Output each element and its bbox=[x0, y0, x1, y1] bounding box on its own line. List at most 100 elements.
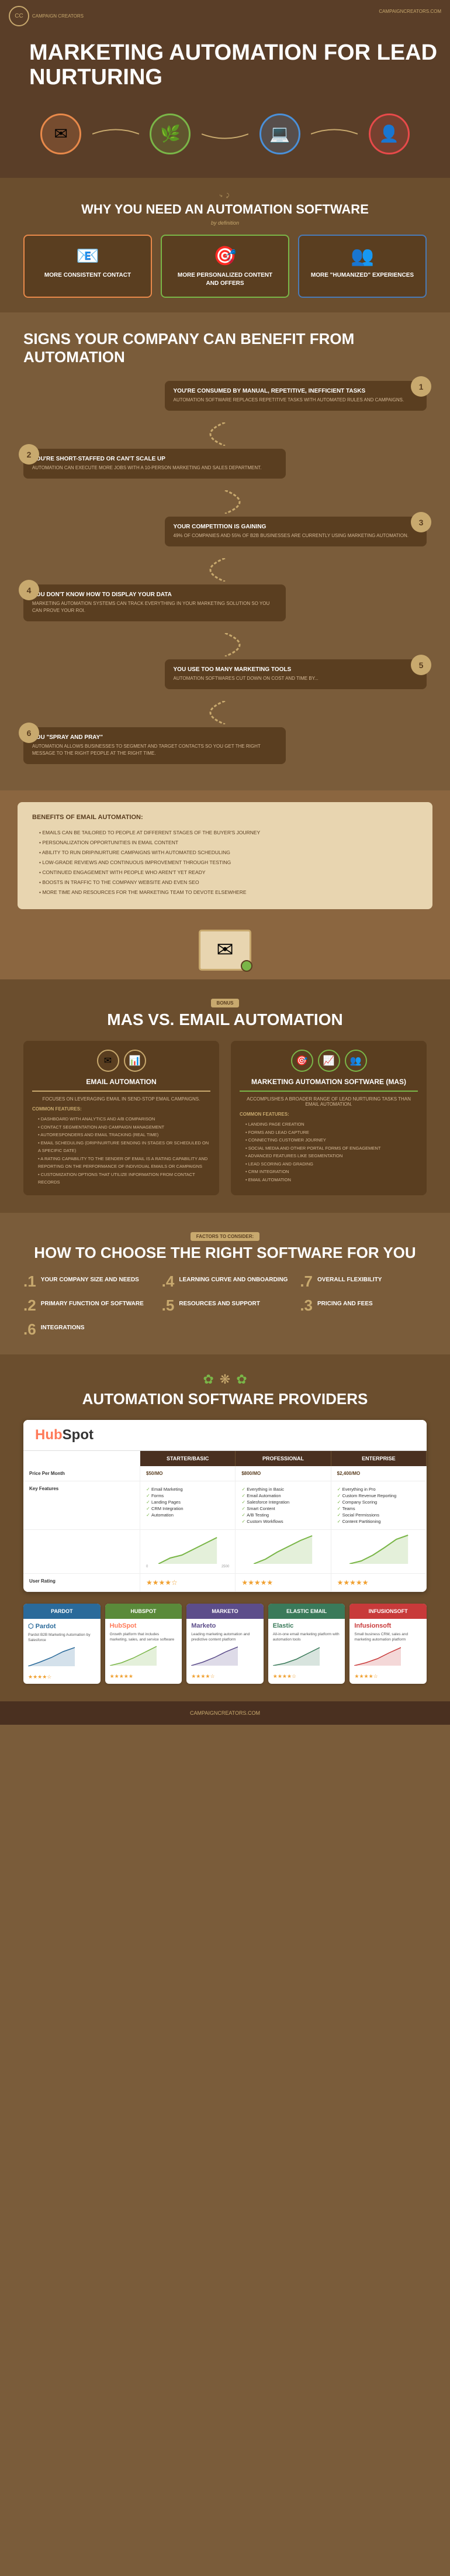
path-curve-2 bbox=[167, 490, 283, 514]
mf-7: • CRM INTEGRATION bbox=[240, 1168, 418, 1176]
col-head-starter: STARTER/BASIC bbox=[140, 1451, 236, 1466]
email-features-label: COMMON FEATURES: bbox=[32, 1106, 210, 1112]
mf-2: • FORMS AND LEAD CAPTURE bbox=[240, 1129, 418, 1137]
hubspot-small-header: HUBSPOT bbox=[105, 1604, 182, 1619]
sign-num-1: 1 bbox=[411, 376, 431, 397]
hubspot-small-header-label: HUBSPOT bbox=[130, 1608, 156, 1614]
marketo-logo: Marketo bbox=[191, 1622, 259, 1629]
rating-enterprise: ★★★★★ bbox=[331, 1574, 427, 1591]
mas-section: BONUS MAS VS. EMAIL AUTOMATION ✉ 📊 EMAIL… bbox=[0, 979, 450, 1213]
logo-area: CC CAMPAIGN CREATORS bbox=[9, 6, 84, 26]
choose-num-2: .2 bbox=[23, 1298, 36, 1313]
mf-1: • LANDING PAGE CREATION bbox=[240, 1120, 418, 1129]
path-5 bbox=[23, 698, 427, 727]
infusionsoft-chart bbox=[354, 1645, 401, 1666]
price-pro: $800/MO bbox=[236, 1466, 331, 1481]
elastic-card: ELASTIC EMAIL Elastic All-in-one email m… bbox=[268, 1604, 345, 1684]
choose-text-4: LEARNING CURVE AND ONBOARDING bbox=[179, 1274, 288, 1284]
fp-1: Everything in Basic bbox=[241, 1486, 324, 1492]
benefit-7: • MORE TIME AND RESOURCES FOR THE MARKET… bbox=[32, 888, 418, 897]
elastic-header-label: ELASTIC EMAIL bbox=[286, 1608, 327, 1614]
why-subtitle: by definition bbox=[23, 220, 427, 226]
sign-item-4: 4 YOU DON'T KNOW HOW TO DISPLAY YOUR DAT… bbox=[23, 584, 427, 621]
email-icon-1: ✉ bbox=[97, 1050, 119, 1072]
marketo-desc: Leading marketing automation and predict… bbox=[191, 1632, 259, 1642]
mf-4: • SOCIAL MEDIA AND OTHER PORTAL FORMS OF… bbox=[240, 1144, 418, 1153]
mf-6: • LEAD SCORING AND GRADING bbox=[240, 1160, 418, 1168]
sign-item-6: 6 YOU "SPRAY AND PRAY" AUTOMATION ALLOWS… bbox=[23, 727, 427, 764]
rating-row: User Rating ★★★★☆ ★★★★★ ★★★★★ bbox=[23, 1574, 427, 1592]
chart-row: 02500 bbox=[23, 1530, 427, 1574]
small-providers-row: PARDOT ⬡ Pardot Pardot B2B Marketing Aut… bbox=[23, 1604, 427, 1684]
sign-title-3: YOUR COMPETITION IS GAINING bbox=[174, 524, 418, 530]
hubspot-table: HubSpot STARTER/BASIC PROFESSIONAL ENTER… bbox=[23, 1420, 427, 1592]
email-icon-2: 📊 bbox=[124, 1050, 146, 1072]
ef-2: • CONTACT SEGMENTATION AND CAMPAIGN MANA… bbox=[32, 1123, 210, 1131]
sign-desc-5: AUTOMATION SOFTWARES CUT DOWN ON COST AN… bbox=[174, 675, 418, 682]
marketo-header: MARKETO bbox=[186, 1604, 264, 1619]
why-box-1: 📧 MORE CONSISTENT CONTACT bbox=[23, 235, 152, 298]
choose-item-2: .2 PRIMARY FUNCTION OF SOFTWARE bbox=[23, 1298, 150, 1313]
elastic-logo: Elastic bbox=[273, 1622, 341, 1629]
email-icons-row: ✉ 📊 bbox=[32, 1050, 210, 1072]
choose-num-1: .1 bbox=[23, 1274, 36, 1289]
price-label: Price Per Month bbox=[23, 1466, 140, 1481]
mas-icon-2: 📈 bbox=[318, 1050, 340, 1072]
chart-axis-starter: 02500 bbox=[146, 1565, 229, 1569]
path-curve-1 bbox=[167, 422, 283, 446]
hubspot-header: HubSpot bbox=[23, 1420, 427, 1451]
infusionsoft-card: INFUSIONSOFT Infusionsoft Small business… bbox=[349, 1604, 427, 1684]
choose-text-1: YOUR COMPANY SIZE AND NEEDS bbox=[41, 1274, 139, 1284]
sign-box-2: 2 YOU'RE SHORT-STAFFED OR CAN'T SCALE UP… bbox=[23, 449, 286, 479]
sign-num-3: 3 bbox=[411, 512, 431, 532]
why-title-2: MORE PERSONALIZED CONTENT AND OFFERS bbox=[171, 271, 279, 288]
mas-icon-3: 👥 bbox=[345, 1050, 367, 1072]
marketo-card: MARKETO Marketo Leading marketing automa… bbox=[186, 1604, 264, 1684]
signs-section: SIGNS YOUR COMPANY CAN BENEFIT FROM AUTO… bbox=[0, 312, 450, 790]
sign-box-4: 4 YOU DON'T KNOW HOW TO DISPLAY YOUR DAT… bbox=[23, 584, 286, 621]
sign-title-6: YOU "SPRAY AND PRAY" bbox=[32, 734, 277, 741]
email-auto-box: ✉ 📊 EMAIL AUTOMATION FOCUSES ON LEVERAGI… bbox=[23, 1041, 219, 1195]
why-subheading: ⤷ ⤸ bbox=[23, 192, 427, 199]
sign-title-4: YOU DON'T KNOW HOW TO DISPLAY YOUR DATA bbox=[32, 591, 277, 598]
fe-3: Company Scoring bbox=[337, 1499, 420, 1505]
elastic-stars: ★★★★☆ bbox=[273, 1673, 341, 1680]
why-section: ⤷ ⤸ WHY YOU NEED AN AUTOMATION SOFTWARE … bbox=[0, 178, 450, 312]
hubspot-small-desc: Growth platform that includes marketing,… bbox=[110, 1632, 178, 1642]
choose-text-6: INTEGRATIONS bbox=[41, 1322, 85, 1332]
rating-label: User Rating bbox=[23, 1574, 140, 1591]
price-row: Price Per Month $50/MO $800/MO $2,400/MO bbox=[23, 1466, 427, 1481]
chart-starter: 02500 bbox=[140, 1530, 236, 1573]
fp-5: A/B Testing bbox=[241, 1512, 324, 1518]
fp-2: Email Automation bbox=[241, 1492, 324, 1499]
elastic-body: Elastic All-in-one email marketing platf… bbox=[268, 1619, 345, 1683]
benefits-section: BENEFITS OF EMAIL AUTOMATION: • EMAILS C… bbox=[18, 802, 432, 909]
sign-box-5: 5 YOU USE TOO MANY MARKETING TOOLS AUTOM… bbox=[165, 659, 427, 689]
choose-tag-row: Factors to consider: bbox=[23, 1230, 427, 1241]
mas-features-label: COMMON FEATURES: bbox=[240, 1112, 418, 1117]
sign-desc-2: AUTOMATION CAN EXECUTE MORE JOBS WITH A … bbox=[32, 465, 277, 472]
providers-title: AUTOMATION SOFTWARE PROVIDERS bbox=[23, 1390, 427, 1408]
features-label: Key Features bbox=[23, 1481, 140, 1529]
header-section: CC CAMPAIGN CREATORS CAMPAIGNCREATORS.CO… bbox=[0, 0, 450, 178]
path-1 bbox=[23, 419, 427, 449]
envelope-icon: ✉ bbox=[199, 930, 251, 971]
choose-section: Factors to consider: HOW TO CHOOSE THE R… bbox=[0, 1213, 450, 1354]
chart-starter-svg bbox=[146, 1535, 229, 1564]
choose-num-7: .7 bbox=[300, 1274, 313, 1289]
pardot-body: ⬡ Pardot Pardot B2B Marketing Automation… bbox=[23, 1619, 101, 1684]
why-title: WHY YOU NEED AN AUTOMATION SOFTWARE bbox=[23, 202, 427, 217]
ef-6: • CUSTOMIZATION OPTIONS THAT UTILIZE INF… bbox=[32, 1171, 210, 1186]
empty-col-head bbox=[23, 1451, 140, 1466]
features-row: Key Features Email Marketing Forms Landi… bbox=[23, 1481, 427, 1530]
col-head-enterprise: ENTERPRISE bbox=[331, 1451, 427, 1466]
fp-3: Salesforce Integration bbox=[241, 1499, 324, 1505]
email-icon: ✉ bbox=[40, 114, 81, 154]
rating-pro: ★★★★★ bbox=[236, 1574, 331, 1591]
elastic-desc: All-in-one email marketing platform with… bbox=[273, 1632, 341, 1642]
mf-3: • CONNECTING CUSTOMER JOURNEY bbox=[240, 1136, 418, 1144]
path-4 bbox=[23, 630, 427, 659]
pardot-header: PARDOT bbox=[23, 1604, 101, 1619]
why-icon-1: 📧 bbox=[33, 245, 142, 267]
benefits-title: BENEFITS OF EMAIL AUTOMATION: bbox=[32, 814, 418, 821]
